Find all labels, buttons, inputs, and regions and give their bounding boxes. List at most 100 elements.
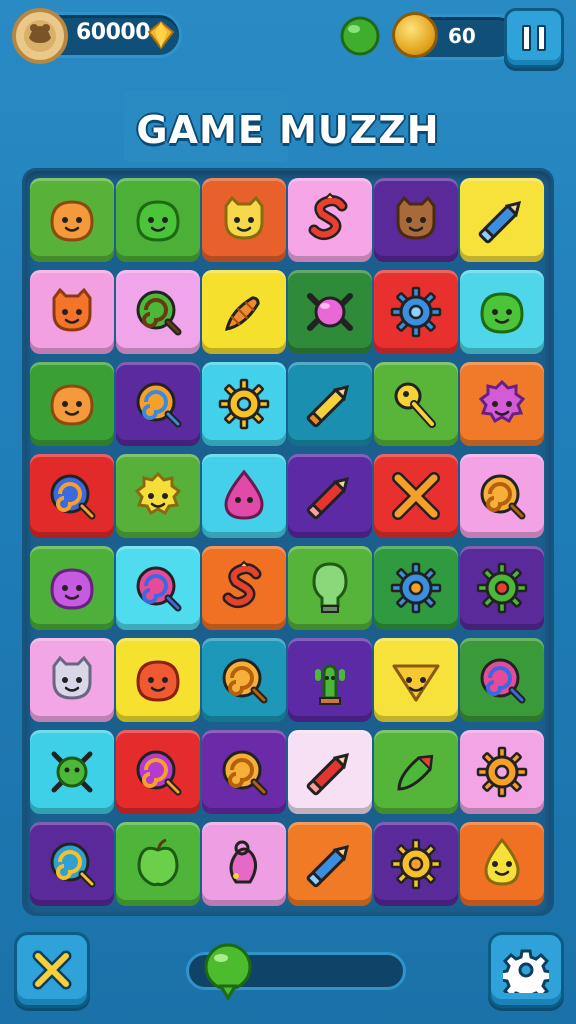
tile-brown-bear[interactable] xyxy=(374,178,458,262)
pink-swirl-icon xyxy=(136,566,182,612)
tile-gray-cat[interactable] xyxy=(30,638,114,722)
blue-pencil-icon xyxy=(306,844,350,888)
tile-green-apple[interactable] xyxy=(116,822,200,906)
red-blob-icon xyxy=(136,660,180,702)
tile-red-s-snake[interactable] xyxy=(288,178,372,262)
tile-green-blob[interactable] xyxy=(116,178,200,262)
tile-yellow-pencil[interactable] xyxy=(288,362,372,446)
tile-green-rocket[interactable] xyxy=(374,730,458,814)
pink-orb-crab-icon xyxy=(307,293,353,331)
tile-red-pencil[interactable] xyxy=(288,454,372,538)
tile-pink-swirl[interactable] xyxy=(116,546,200,630)
tile-orange-blob[interactable] xyxy=(30,178,114,262)
tile-orange-cross[interactable] xyxy=(374,454,458,538)
orange-cross-icon xyxy=(392,472,440,520)
tile-orange-blob[interactable] xyxy=(30,362,114,446)
tile-orange-gear[interactable] xyxy=(460,730,544,814)
tile-red-pencil[interactable] xyxy=(288,730,372,814)
orange-blob-icon xyxy=(50,384,94,426)
tile-yellow-cat[interactable] xyxy=(202,178,286,262)
tile-red-s-snake[interactable] xyxy=(202,546,286,630)
orange-blob-icon xyxy=(50,200,94,242)
blue-gear-face-icon xyxy=(390,286,442,338)
tile-blue-pencil[interactable] xyxy=(288,822,372,906)
tile-yellow-sun[interactable] xyxy=(374,822,458,906)
lives-count: 60 xyxy=(448,24,476,48)
tile-green-cactus[interactable] xyxy=(288,638,372,722)
tile-pink-orb-crab[interactable] xyxy=(288,270,372,354)
green-apple-icon xyxy=(137,838,179,887)
green-bug-icon xyxy=(51,751,93,793)
orange-swirl-icon xyxy=(222,750,268,796)
purple-ghost-icon xyxy=(478,379,526,424)
green-gem-icon xyxy=(340,16,380,56)
tile-blue-pencil[interactable] xyxy=(460,178,544,262)
tile-purple-ghost[interactable] xyxy=(460,362,544,446)
green-smiley-icon xyxy=(480,292,524,334)
green-bulb-icon xyxy=(312,562,348,613)
pause-icon-bar xyxy=(537,25,546,51)
rainbow-swirl-icon xyxy=(136,382,182,428)
tile-yellow-gear[interactable] xyxy=(202,362,286,446)
blue-gear-pin-icon xyxy=(390,562,442,614)
blue-lollipop-icon xyxy=(50,474,96,520)
brown-bear-icon xyxy=(396,195,436,240)
gem-icon xyxy=(147,20,175,50)
red-s-snake-icon xyxy=(308,192,348,241)
tile-purple-blob[interactable] xyxy=(30,546,114,630)
tile-green-target[interactable] xyxy=(116,270,200,354)
tile-yellow-flower-face[interactable] xyxy=(116,454,200,538)
purple-swirl-icon xyxy=(136,750,182,796)
tile-green-gear-pin[interactable] xyxy=(460,546,544,630)
red-pencil-icon xyxy=(306,476,350,520)
tile-green-bulb[interactable] xyxy=(288,546,372,630)
tile-pink-drop[interactable] xyxy=(202,454,286,538)
tile-orange-swirl[interactable] xyxy=(460,454,544,538)
yellow-cat-icon xyxy=(224,195,264,240)
tile-pink-shell[interactable] xyxy=(202,822,286,906)
tile-orange-carrot[interactable] xyxy=(202,270,286,354)
green-cactus-icon xyxy=(315,664,345,705)
pause-button[interactable] xyxy=(504,8,564,68)
tile-green-bug[interactable] xyxy=(30,730,114,814)
yellow-flower-face-icon xyxy=(134,471,182,516)
coin-avatar-icon xyxy=(12,8,68,64)
tile-yellow-star-face[interactable] xyxy=(374,638,458,722)
tile-purple-swirl[interactable] xyxy=(116,730,200,814)
close-icon xyxy=(32,950,72,990)
orange-swirl-icon xyxy=(222,658,268,704)
settings-button[interactable] xyxy=(488,932,564,1008)
orange-gear-icon xyxy=(476,746,528,798)
tile-green-lollipop[interactable] xyxy=(30,822,114,906)
tile-blue-gear-face[interactable] xyxy=(374,270,458,354)
orange-bear-icon xyxy=(52,287,92,332)
coin-count: 60000 xyxy=(76,20,151,45)
tile-pink-swirl[interactable] xyxy=(460,638,544,722)
green-rocket-icon xyxy=(397,754,434,791)
tile-blue-gear-pin[interactable] xyxy=(374,546,458,630)
tile-rainbow-swirl[interactable] xyxy=(116,362,200,446)
game-title: GAME MUZZH xyxy=(136,108,440,152)
progress-knob[interactable] xyxy=(201,940,255,1002)
tile-yellow-key[interactable] xyxy=(374,362,458,446)
yellow-pencil-icon xyxy=(306,384,350,428)
tile-grid xyxy=(30,178,546,908)
settings-gear-icon xyxy=(503,949,549,993)
close-button[interactable] xyxy=(14,932,90,1008)
tile-orange-swirl[interactable] xyxy=(202,730,286,814)
gold-medal-icon xyxy=(392,12,438,58)
yellow-sun-icon xyxy=(390,838,442,890)
yellow-gear-icon xyxy=(218,378,270,430)
tile-red-blob[interactable] xyxy=(116,638,200,722)
pause-icon xyxy=(522,25,531,51)
pink-drop-icon xyxy=(224,469,264,520)
tile-orange-bear[interactable] xyxy=(30,270,114,354)
green-target-icon xyxy=(136,290,182,336)
tile-yellow-drop-face[interactable] xyxy=(460,822,544,906)
tile-orange-swirl[interactable] xyxy=(202,638,286,722)
yellow-star-face-icon xyxy=(392,664,440,702)
green-gear-pin-icon xyxy=(476,562,528,614)
tile-blue-lollipop[interactable] xyxy=(30,454,114,538)
tile-green-smiley[interactable] xyxy=(460,270,544,354)
green-lollipop-icon xyxy=(50,842,96,888)
